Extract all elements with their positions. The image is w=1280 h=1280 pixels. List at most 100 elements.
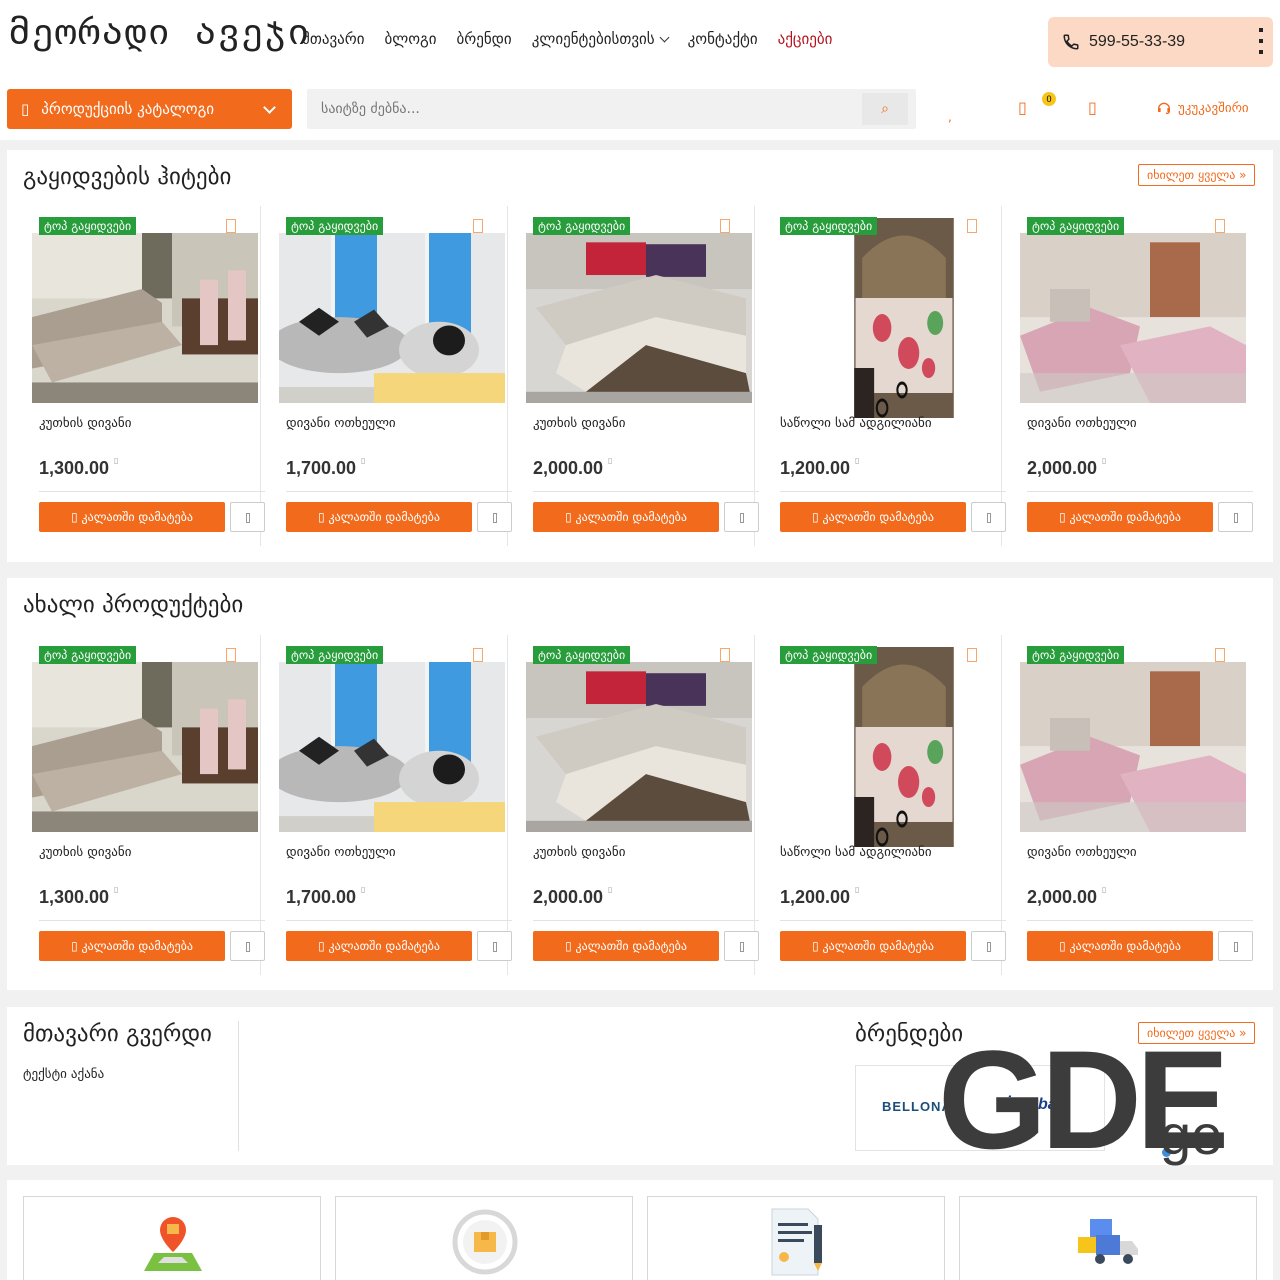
product-image[interactable]	[773, 647, 999, 847]
compare-button[interactable]	[1218, 502, 1253, 532]
feedback-link[interactable]: უკუკავშირი	[1156, 100, 1249, 116]
currency-icon: ▯	[855, 456, 860, 465]
product-card[interactable]: ტოპ გაყიდვები კუთხის დივანი 2,000.00 ▯ ▯ კალ…	[508, 206, 759, 546]
product-image[interactable]	[1020, 218, 1246, 403]
product-card[interactable]: ტოპ გაყიდვები დივანი ოთხეული 2,000.00 ▯ ▯ კა…	[1002, 635, 1253, 975]
brands-see-all-button[interactable]: იხილეთ ყველა »	[1138, 1022, 1256, 1044]
product-name[interactable]: კუთხის დივანი	[533, 845, 625, 860]
compare-button[interactable]	[230, 931, 265, 961]
add-to-cart-label: კალათში დამატება	[328, 510, 440, 524]
compare-button[interactable]	[971, 931, 1006, 961]
wishlist-icon[interactable]	[226, 648, 236, 662]
add-to-cart-label: კალათში დამატება	[575, 510, 687, 524]
product-name[interactable]: დივანი ოთხეული	[1027, 416, 1137, 431]
feedback-label: უკუკავშირი	[1178, 100, 1249, 116]
wishlist-icon[interactable]	[473, 219, 483, 233]
wishlist-icon[interactable]	[967, 219, 977, 233]
brand-logo-istikbal[interactable]: İstikbal	[1006, 1096, 1061, 1114]
divider	[238, 1021, 239, 1151]
product-name[interactable]: კუთხის დივანი	[39, 416, 131, 431]
product-image[interactable]	[279, 647, 505, 832]
currency-icon: ▯	[114, 885, 119, 894]
product-image[interactable]	[773, 218, 999, 418]
compare-button[interactable]	[477, 502, 512, 532]
divider	[1027, 491, 1253, 492]
divider	[533, 491, 759, 492]
product-card[interactable]: ტოპ გაყიდვები კუთხის დივანი 2,000.00 ▯ ▯ კალ…	[508, 635, 759, 975]
user-icon[interactable]: ▯	[1088, 98, 1097, 117]
catalog-button[interactable]: ▯ პროდუქციის კატალოგი	[7, 89, 292, 129]
product-card[interactable]: ტოპ გაყიდვები საწოლი სამ ადგილიანი 1,200.0…	[755, 635, 1006, 975]
nav-item-home[interactable]: მთავარი	[302, 30, 364, 48]
divider	[1027, 920, 1253, 921]
wishlist-icon[interactable]	[226, 219, 236, 233]
nav-item-contact[interactable]: კონტაქტი	[688, 30, 758, 48]
section-title-main: მთავარი გვერდი	[23, 1021, 212, 1047]
product-name[interactable]: საწოლი სამ ადგილიანი	[780, 416, 932, 431]
product-image[interactable]	[32, 647, 258, 832]
more-menu-icon[interactable]	[1259, 28, 1263, 54]
product-name[interactable]: კუთხის დივანი	[533, 416, 625, 431]
cart-icon: ▯	[318, 510, 329, 524]
currency-icon: ▯	[1102, 456, 1107, 465]
wishlist-icon[interactable]	[473, 648, 483, 662]
product-grid: ტოპ გაყიდვები კუთხის დივანი 1,300.00 ▯ ▯ კალ…	[14, 635, 1268, 975]
search-input[interactable]	[307, 89, 862, 129]
compare-button[interactable]	[230, 502, 265, 532]
wishlist-icon[interactable]	[1215, 219, 1225, 233]
add-to-cart-label: კალათში დამატება	[81, 939, 193, 953]
compare-icon	[740, 942, 744, 952]
add-to-cart-button[interactable]: ▯ კალათში დამატება	[286, 502, 472, 532]
add-to-cart-button[interactable]: ▯ კალათში დამატება	[286, 931, 472, 961]
compare-button[interactable]	[724, 502, 759, 532]
product-name[interactable]: დივანი ოთხეული	[286, 416, 396, 431]
compare-button[interactable]	[477, 931, 512, 961]
compare-button[interactable]	[724, 931, 759, 961]
product-name[interactable]: დივანი ოთხეული	[1027, 845, 1137, 860]
site-logo[interactable]: მეორადი ავეჯი	[8, 10, 311, 53]
catalog-label: პროდუქციის კატალოგი	[41, 100, 215, 118]
wishlist-icon[interactable]	[720, 219, 730, 233]
nav-item-clients[interactable]: კლიენტებისთვის	[532, 30, 670, 48]
product-card[interactable]: ტოპ გაყიდვები საწოლი სამ ადგილიანი 1,200.0…	[755, 206, 1006, 546]
add-to-cart-button[interactable]: ▯ კალათში დამატება	[39, 502, 225, 532]
compare-button[interactable]	[1218, 931, 1253, 961]
product-card[interactable]: ტოპ გაყიდვები დივანი ოთხეული 1,700.00 ▯ ▯ კა…	[261, 206, 512, 546]
top-sales-badge: ტოპ გაყიდვები	[780, 646, 878, 664]
product-image[interactable]	[526, 647, 752, 832]
see-all-button[interactable]: იხილეთ ყველა »	[1138, 164, 1256, 186]
product-card[interactable]: ტოპ გაყიდვები დივანი ოთხეული 2,000.00 ▯ ▯ კა…	[1002, 206, 1253, 546]
product-price: 2,000.00	[1027, 887, 1098, 907]
compare-icon[interactable]: ,	[948, 110, 952, 124]
divider	[39, 920, 265, 921]
add-to-cart-button[interactable]: ▯ კალათში დამატება	[1027, 502, 1213, 532]
search-button[interactable]: ⌕	[862, 93, 908, 125]
add-to-cart-button[interactable]: ▯ კალათში დამატება	[39, 931, 225, 961]
nav-item-promotions[interactable]: აქციები	[778, 30, 833, 48]
feature-return	[335, 1196, 633, 1280]
product-name[interactable]: დივანი ოთხეული	[286, 845, 396, 860]
compare-button[interactable]	[971, 502, 1006, 532]
product-image[interactable]	[526, 218, 752, 403]
product-image[interactable]	[32, 218, 258, 403]
add-to-cart-button[interactable]: ▯ კალათში დამატება	[533, 502, 719, 532]
product-card[interactable]: ტოპ გაყიდვები კუთხის დივანი 1,300.00 ▯ ▯ კალ…	[14, 206, 265, 546]
add-to-cart-button[interactable]: ▯ კალათში დამატება	[780, 502, 966, 532]
cart-icon[interactable]: ▯	[1018, 98, 1027, 117]
add-to-cart-button[interactable]: ▯ კალათში დამატება	[533, 931, 719, 961]
brand-logo-bellona[interactable]: BELLONA	[882, 1099, 952, 1114]
product-card[interactable]: ტოპ გაყიდვები კუთხის დივანი 1,300.00 ▯ ▯ კალ…	[14, 635, 265, 975]
wishlist-icon[interactable]	[720, 648, 730, 662]
product-image[interactable]	[1020, 647, 1246, 832]
product-card[interactable]: ტოპ გაყიდვები დივანი ოთხეული 1,700.00 ▯ ▯ კა…	[261, 635, 512, 975]
phone-contact[interactable]: 599-55-33-39	[1048, 17, 1273, 67]
wishlist-icon[interactable]	[1215, 648, 1225, 662]
product-image[interactable]	[279, 218, 505, 403]
add-to-cart-button[interactable]: ▯ კალათში დამატება	[780, 931, 966, 961]
wishlist-icon[interactable]	[967, 648, 977, 662]
add-to-cart-button[interactable]: ▯ კალათში დამატება	[1027, 931, 1213, 961]
product-name[interactable]: კუთხის დივანი	[39, 845, 131, 860]
product-name[interactable]: საწოლი სამ ადგილიანი	[780, 845, 932, 860]
nav-item-blog[interactable]: ბლოგი	[384, 30, 436, 48]
nav-item-brand[interactable]: ბრენდი	[457, 30, 512, 48]
